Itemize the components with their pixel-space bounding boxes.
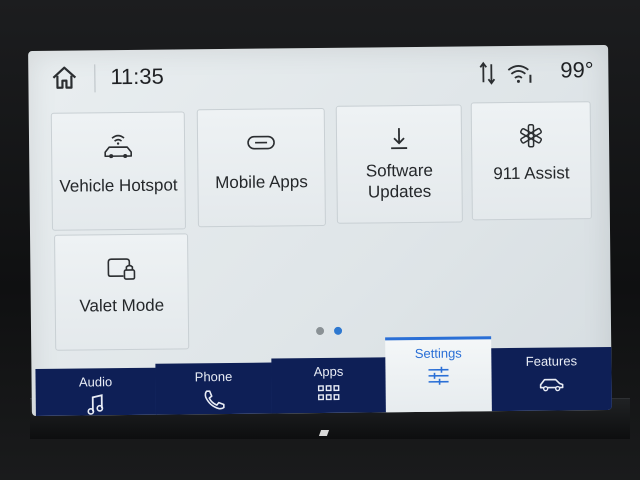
nav-label: Features: [525, 353, 578, 369]
tile-label-line1: Software: [365, 160, 434, 181]
tile-911-assist[interactable]: 911 Assist: [470, 101, 592, 221]
car-wifi-icon: [104, 134, 133, 159]
car-lock-icon: [107, 258, 136, 280]
tile-label: Software Updates: [366, 160, 434, 203]
status-bar: 11:35 99°: [28, 45, 609, 103]
download-icon: [391, 128, 408, 150]
home-icon[interactable]: [50, 65, 78, 91]
nav-label: Phone: [194, 368, 233, 385]
page-indicator: [316, 322, 352, 340]
nav-settings[interactable]: Settings: [385, 336, 492, 416]
nav-apps[interactable]: Apps: [271, 357, 387, 414]
data-sync-icon: [479, 61, 496, 85]
sliders-icon: [428, 366, 449, 385]
asterisk-icon: [520, 124, 543, 148]
nav-phone[interactable]: Phone: [155, 362, 273, 415]
grid-icon: [317, 385, 340, 401]
outside-temperature: 99°: [560, 57, 594, 83]
nav-features[interactable]: Features: [491, 346, 612, 412]
wifi-icon: [507, 65, 532, 83]
car-icon: [539, 378, 564, 392]
page-dot-2[interactable]: [334, 326, 343, 335]
tile-label: Mobile Apps: [215, 172, 308, 193]
phone-icon: [204, 390, 225, 410]
tile-vehicle-hotspot[interactable]: Vehicle Hotspot: [50, 111, 186, 231]
tile-label: Valet Mode: [79, 295, 165, 316]
infotainment-screen: 11:35 99° Vehicle Hotspot Mobile Apps So…: [28, 44, 612, 417]
bottom-nav: Audio Phone Apps Settings Features: [31, 336, 612, 416]
tile-label: Vehicle Hotspot: [59, 175, 178, 196]
tile-valet-mode[interactable]: Valet Mode: [54, 233, 190, 351]
nav-label: Apps: [313, 363, 344, 380]
tile-label-line2: Updates: [367, 181, 432, 202]
nav-audio[interactable]: Audio: [35, 367, 157, 416]
clock: 11:35: [110, 63, 164, 90]
link-icon: [247, 135, 275, 150]
nav-label: Settings: [414, 345, 462, 362]
nav-label: Audio: [78, 374, 113, 390]
status-divider: [94, 64, 96, 93]
page-dot-1[interactable]: [316, 326, 325, 336]
tile-label: 911 Assist: [493, 163, 570, 184]
tile-mobile-apps[interactable]: Mobile Apps: [196, 107, 326, 228]
tile-software-updates[interactable]: Software Updates: [335, 104, 463, 224]
music-note-icon: [87, 394, 104, 415]
